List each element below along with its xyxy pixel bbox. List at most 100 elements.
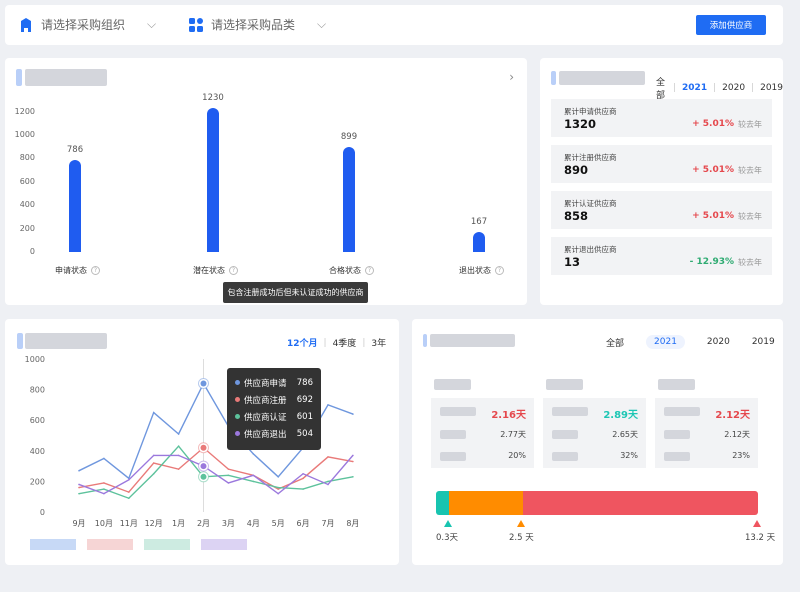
- data-label: 1230: [202, 93, 224, 103]
- data-point[interactable]: [302, 488, 304, 490]
- data-point[interactable]: [152, 454, 155, 457]
- data-point[interactable]: [152, 411, 155, 414]
- bar[interactable]: [343, 146, 355, 252]
- data-point[interactable]: [103, 457, 105, 460]
- stat-suffix: 较去年: [738, 212, 762, 221]
- panel-accent: [551, 71, 556, 85]
- help-icon[interactable]: ?: [495, 266, 504, 275]
- series-value: 692: [296, 394, 313, 405]
- data-point[interactable]: [200, 444, 207, 451]
- data-point[interactable]: [177, 433, 180, 435]
- y-tick: 200: [19, 223, 35, 233]
- data-point[interactable]: [327, 404, 329, 406]
- y-tick: 800: [30, 386, 45, 395]
- cycle-value: 2.65天: [612, 430, 638, 439]
- cycle-box: 2.16天 2.77天 20%: [431, 398, 534, 468]
- stat-value: 890: [564, 163, 589, 177]
- legend-item[interactable]: 供应商注册: [87, 539, 133, 550]
- legend-item[interactable]: 供应商认证: [144, 539, 190, 550]
- tab-2021[interactable]: 2021: [682, 83, 707, 93]
- y-tick: 0: [40, 508, 45, 517]
- stat-delta: - 12.93%: [689, 257, 734, 267]
- legend-item[interactable]: 供应商申请: [30, 539, 76, 550]
- tab-all[interactable]: 全部: [656, 75, 667, 101]
- legend-item[interactable]: 供应商退出: [201, 539, 247, 550]
- data-point[interactable]: [200, 380, 207, 387]
- data-point[interactable]: [103, 482, 105, 484]
- tab-2020[interactable]: 2020: [722, 83, 745, 93]
- chevron-right-icon[interactable]: ›: [509, 70, 514, 84]
- data-point[interactable]: [327, 480, 329, 483]
- series-value: 786: [296, 377, 313, 388]
- org-select[interactable]: 请选择采购组织 ⌵: [19, 16, 156, 33]
- help-icon[interactable]: ?: [365, 266, 374, 275]
- data-point[interactable]: [352, 476, 354, 478]
- blurred-heading: [546, 379, 583, 390]
- data-point[interactable]: [277, 476, 280, 478]
- data-point[interactable]: [277, 488, 280, 490]
- tab-2020[interactable]: 2020: [707, 337, 730, 347]
- data-point[interactable]: [277, 492, 280, 495]
- stat-suffix: 较去年: [738, 120, 762, 129]
- data-point[interactable]: [78, 483, 80, 486]
- stat-delta: + 5.01%: [692, 119, 734, 129]
- data-point[interactable]: [302, 472, 304, 475]
- series-name: 供应商申请: [244, 378, 287, 389]
- stat-value: 1320: [564, 117, 597, 131]
- tab-all[interactable]: 全部: [606, 336, 624, 349]
- x-tick: 11月: [120, 519, 138, 528]
- data-point[interactable]: [352, 460, 354, 463]
- data-point[interactable]: [177, 445, 180, 448]
- add-supplier-button[interactable]: 添加供应商: [696, 15, 766, 35]
- bar[interactable]: [473, 232, 485, 252]
- data-point[interactable]: [252, 480, 255, 483]
- data-point[interactable]: [227, 482, 230, 484]
- data-point[interactable]: [302, 477, 304, 480]
- data-point[interactable]: [352, 413, 354, 415]
- data-point[interactable]: [177, 468, 180, 470]
- data-point[interactable]: [128, 479, 130, 481]
- data-point[interactable]: [352, 454, 354, 457]
- cycle-segment: [436, 491, 449, 515]
- data-point[interactable]: [128, 497, 130, 500]
- data-point[interactable]: [227, 468, 230, 470]
- data-point[interactable]: [78, 469, 80, 472]
- data-point[interactable]: [327, 456, 329, 458]
- data-point[interactable]: [200, 473, 207, 480]
- tab-2019[interactable]: 2019: [752, 337, 775, 347]
- bar[interactable]: [69, 159, 81, 252]
- stat-value: 13: [564, 255, 581, 269]
- data-point[interactable]: [277, 486, 280, 489]
- help-icon[interactable]: ?: [91, 266, 100, 275]
- data-point[interactable]: [200, 463, 207, 470]
- tab-2019[interactable]: 2019: [760, 83, 783, 93]
- data-point[interactable]: [78, 492, 80, 495]
- data-point[interactable]: [177, 454, 180, 457]
- data-point[interactable]: [152, 472, 155, 475]
- stat-card: 累计注册供应商 890 + 5.01% 较去年: [551, 145, 772, 183]
- series-value: 601: [296, 411, 313, 422]
- data-point[interactable]: [128, 491, 130, 493]
- data-point[interactable]: [152, 462, 155, 464]
- category-select[interactable]: 请选择采购品类 ⌵: [189, 16, 326, 33]
- blurred-label: [664, 452, 690, 461]
- tooltip-row: 供应商注册 692: [235, 391, 313, 408]
- chevron-down-icon: ⌵: [147, 17, 157, 31]
- data-point[interactable]: [78, 486, 80, 489]
- blurred-heading: [434, 379, 471, 390]
- data-point[interactable]: [103, 492, 105, 495]
- data-point[interactable]: [252, 453, 255, 455]
- help-icon[interactable]: ?: [229, 266, 238, 275]
- tab-2021[interactable]: 2021: [646, 335, 685, 349]
- data-label: 899: [340, 131, 358, 142]
- x-tick: 8月: [346, 519, 359, 528]
- data-point[interactable]: [103, 488, 105, 490]
- status-tooltip: 包含注册成功后但未认证成功的供应商: [223, 282, 368, 303]
- marker-triangle: [753, 520, 761, 527]
- data-point[interactable]: [252, 474, 255, 477]
- stat-delta: + 5.01%: [692, 165, 734, 175]
- data-point[interactable]: [327, 483, 329, 486]
- bar[interactable]: [207, 108, 219, 252]
- data-point[interactable]: [227, 474, 230, 477]
- cycle-segment: [448, 491, 523, 515]
